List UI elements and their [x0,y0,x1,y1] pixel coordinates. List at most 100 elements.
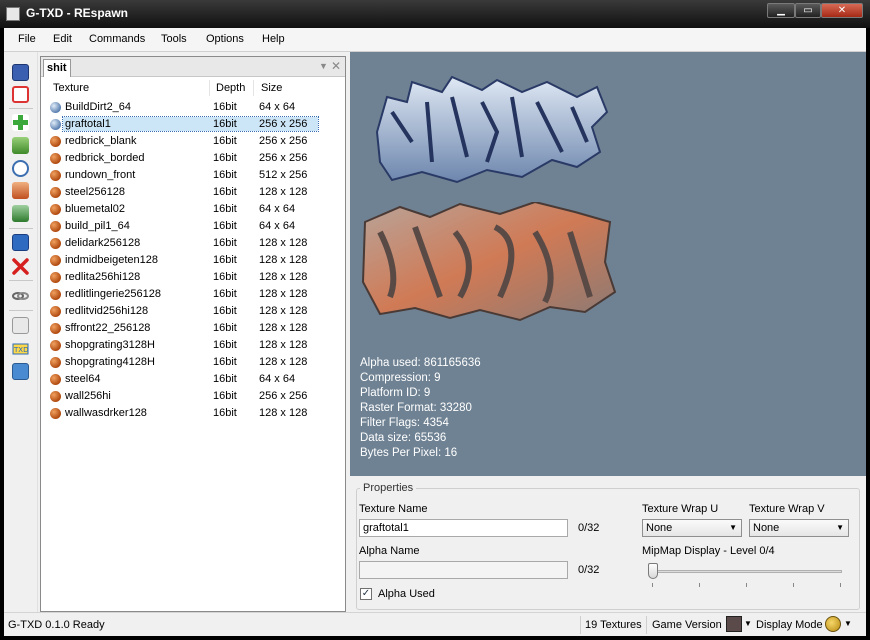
slider-tick [746,583,747,587]
texture-row[interactable]: wallwasdrker128 16bit 128 x 128 [41,405,345,422]
column-header-depth[interactable]: Depth [216,79,245,97]
import-icon[interactable] [12,137,29,154]
texture-size: 128 x 128 [259,271,308,283]
texture-row[interactable]: wall256hi 16bit 256 x 256 [41,388,345,405]
texture-row[interactable]: redbrick_blank 16bit 256 x 256 [41,133,345,150]
app-icon [6,7,20,21]
texture-name: sffront22_256128 [65,322,151,334]
texture-size: 128 x 128 [259,254,308,266]
texture-size: 128 x 128 [259,322,308,334]
pin-icon[interactable]: ▼ [319,61,328,71]
texture-row[interactable]: shopgrating3128H 16bit 128 x 128 [41,337,345,354]
orange-ball-icon [50,289,61,300]
add-icon[interactable] [12,114,29,131]
display-mode-icon[interactable] [825,616,841,632]
chevron-down-icon: ▼ [836,523,844,532]
orange-ball-icon [50,323,61,334]
texture-name-count: 0/32 [578,522,600,534]
texture-depth: 16bit [213,169,237,181]
texture-row[interactable]: build_pil1_64 16bit 64 x 64 [41,218,345,235]
txd-tab[interactable]: shit [43,59,71,77]
menu-edit[interactable]: Edit [53,33,72,45]
column-divider[interactable] [253,80,254,96]
texture-preview: Alpha used: 861165636 Compression: 9 Pla… [350,52,866,476]
save-icon[interactable] [12,64,29,81]
export-icon[interactable] [12,182,29,199]
texture-size: 128 x 128 [259,186,308,198]
texture-row[interactable]: delidark256128 16bit 128 x 128 [41,235,345,252]
delete-icon[interactable] [12,258,29,275]
menu-tools[interactable]: Tools [161,33,187,45]
close-button[interactable]: ✕ [821,3,863,18]
menu-options[interactable]: Options [206,33,244,45]
texture-row[interactable]: redlita256hi128 16bit 128 x 128 [41,269,345,286]
slider-tick [840,583,841,587]
maximize-button[interactable]: ▭ [795,3,821,18]
texture-row[interactable]: redlitlingerie256128 16bit 128 x 128 [41,286,345,303]
replace-icon[interactable] [12,205,29,222]
link-icon[interactable] [12,287,29,304]
texture-name: steel64 [65,373,101,385]
alpha-used-checkbox[interactable]: ✓ [360,588,372,600]
texture-depth: 16bit [213,135,237,147]
display-mode-label: Display Mode [756,619,823,631]
wrap-v-select[interactable]: None ▼ [749,519,849,537]
menu-help[interactable]: Help [262,33,285,45]
timer-icon[interactable] [12,160,29,177]
orange-ball-icon [50,391,61,402]
texture-row[interactable]: bluemetal02 16bit 64 x 64 [41,201,345,218]
texture-name-label: Texture Name [359,503,428,515]
orange-ball-icon [50,221,61,232]
txd-icon[interactable]: TXD [12,340,29,357]
texture-row[interactable]: redlitvid256hi128 16bit 128 x 128 [41,303,345,320]
texture-size: 512 x 256 [259,169,308,181]
texture-row[interactable]: rundown_front 16bit 512 x 256 [41,167,345,184]
info-compression: Compression: 9 [360,372,441,384]
menu-bar: File Edit Commands Tools Options Help [4,28,866,52]
texture-depth: 16bit [213,186,237,198]
texture-panel: shit ▼ ✕ Texture Depth Size BuildDirt2_6… [40,56,346,612]
image-properties-icon[interactable] [12,363,29,380]
minimize-button[interactable]: ▁ [767,3,795,18]
texture-row[interactable]: indmidbeigeten128 16bit 128 x 128 [41,252,345,269]
convert-icon[interactable] [12,234,29,251]
mipmap-slider-track[interactable] [650,570,842,573]
status-divider [580,616,581,634]
texture-name: redlita256hi128 [65,271,141,283]
list-icon[interactable] [12,317,29,334]
blue-ball-icon [50,119,61,130]
texture-depth: 16bit [213,356,237,368]
texture-row[interactable]: redbrick_borded 16bit 256 x 256 [41,150,345,167]
client-area: TXD shit ▼ ✕ Texture Depth Size BuildDir… [4,52,866,636]
texture-row[interactable]: graftotal1 16bit 256 x 256 [41,116,345,133]
texture-size: 128 x 128 [259,305,308,317]
texture-row[interactable]: shopgrating4128H 16bit 128 x 128 [41,354,345,371]
texture-name: redlitlingerie256128 [65,288,162,300]
texture-depth: 16bit [213,220,237,232]
close-file-icon[interactable] [12,86,29,103]
game-version-icon[interactable] [726,616,742,632]
chevron-down-icon[interactable]: ▼ [844,619,852,628]
mipmap-slider-thumb[interactable] [648,563,658,579]
texture-name: wall256hi [65,390,111,402]
texture-depth: 16bit [213,203,237,215]
orange-ball-icon [50,136,61,147]
alpha-name-field[interactable] [359,561,568,579]
menu-file[interactable]: File [18,33,36,45]
wrap-u-select[interactable]: None ▼ [642,519,742,537]
texture-name-field[interactable]: graftotal1 [359,519,568,537]
column-header-size[interactable]: Size [261,79,282,97]
menu-commands[interactable]: Commands [89,33,145,45]
texture-row[interactable]: steel256128 16bit 128 x 128 [41,184,345,201]
texture-row[interactable]: steel64 16bit 64 x 64 [41,371,345,388]
info-filter-flags: Filter Flags: 4354 [360,417,449,429]
wrap-u-value: None [646,522,673,534]
toolbar-separator [9,228,33,229]
column-header-texture[interactable]: Texture [53,79,89,97]
texture-row[interactable]: BuildDirt2_64 16bit 64 x 64 [41,99,345,116]
texture-size: 128 x 128 [259,237,308,249]
chevron-down-icon[interactable]: ▼ [744,619,752,628]
texture-row[interactable]: sffront22_256128 16bit 128 x 128 [41,320,345,337]
close-panel-icon[interactable]: ✕ [331,59,341,73]
column-divider[interactable] [209,80,210,96]
